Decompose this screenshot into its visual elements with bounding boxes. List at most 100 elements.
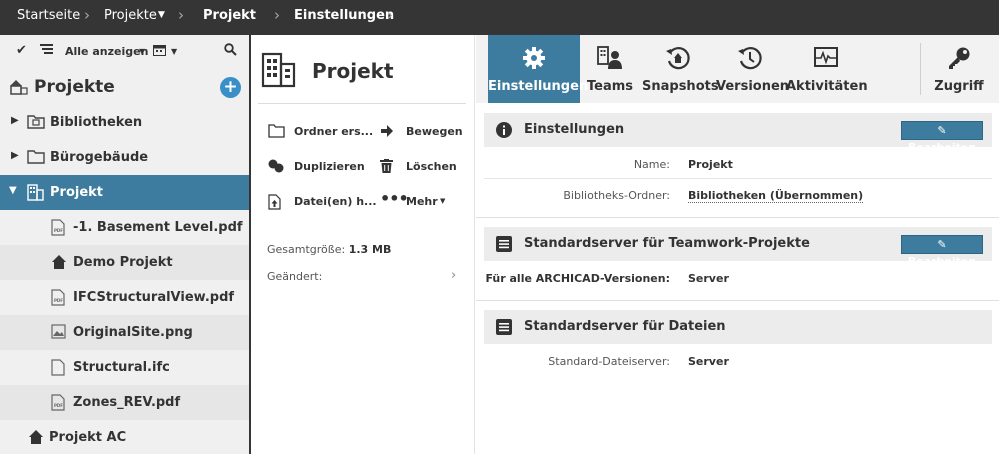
divider xyxy=(920,43,921,95)
details-panel: Projekt Ordner ers... Bewegen Dupliziere… xyxy=(251,35,475,454)
upload-icon xyxy=(268,194,284,210)
sidebar-item-originalsite-png[interactable]: OriginalSite.png xyxy=(0,315,249,350)
calendar-icon[interactable] xyxy=(153,44,166,59)
snapshot-icon xyxy=(665,45,691,71)
sidebar-item-basement-pdf[interactable]: PDF -1. Basement Level.pdf xyxy=(0,210,249,245)
teamwork-project-icon xyxy=(51,254,69,270)
divider xyxy=(258,103,466,104)
caret-right-icon[interactable]: ▶ xyxy=(11,150,19,161)
more-icon: ••• xyxy=(380,189,409,208)
field-value: Server xyxy=(688,272,729,285)
tab-versionen[interactable]: Versionen xyxy=(716,35,789,103)
total-size: Gesamtgröße: 1.3 MB xyxy=(267,243,392,256)
key-icon xyxy=(946,45,972,71)
svg-text:PDF: PDF xyxy=(54,403,63,408)
projects-icon xyxy=(8,78,28,100)
field-label: Standard-Dateiserver: xyxy=(548,355,670,368)
sidebar-item-label: Zones_REV.pdf xyxy=(73,395,181,410)
info-icon xyxy=(496,122,512,138)
checkmark-icon[interactable]: ✔ xyxy=(16,43,27,58)
breadcrumb-projekte[interactable]: Projekte xyxy=(104,8,157,23)
settings-section-header: Einstellungen ✎ Bearbeiten xyxy=(484,113,992,154)
tab-snapshots[interactable]: Snapshots xyxy=(642,35,719,103)
arrow-right-icon xyxy=(380,124,396,140)
file-icon xyxy=(51,359,69,376)
new-folder-button[interactable]: Ordner ers... xyxy=(268,124,378,141)
sidebar-item-label: Projekt xyxy=(50,185,104,200)
breadcrumb-startseite[interactable]: Startseite xyxy=(17,8,80,23)
caret-down-icon: ▼ xyxy=(440,197,446,205)
edit-settings-button[interactable]: ✎ Bearbeiten xyxy=(901,121,983,154)
pencil-icon: ✎ xyxy=(937,238,947,251)
caret-down-icon[interactable]: ▼ xyxy=(158,10,165,20)
sidebar-item-projekt-ac[interactable]: Projekt AC xyxy=(0,420,249,454)
sort-icon[interactable] xyxy=(40,44,53,58)
trash-icon xyxy=(380,159,396,175)
field-default-file-server: Standard-Dateiserver: Server xyxy=(484,347,992,377)
folder-icon xyxy=(27,149,45,165)
breadcrumb-einstellungen: Einstellungen xyxy=(294,8,395,23)
sidebar-item-structural-ifc[interactable]: Structural.ifc xyxy=(0,350,249,385)
chevron-right-icon: › xyxy=(178,6,184,24)
page-title: Projekt xyxy=(312,59,394,83)
library-folder-link[interactable]: Bibliotheken (Übernommen) xyxy=(688,189,864,203)
duplicate-icon xyxy=(268,159,284,175)
field-label: Name: xyxy=(633,158,670,171)
sidebar-item-buerogebaeude[interactable]: ▶ Bürogebäude xyxy=(0,140,249,175)
caret-down-icon[interactable]: ▼ xyxy=(9,185,17,196)
sidebar-header: Projekte + xyxy=(0,69,249,105)
sidebar-item-bibliotheken[interactable]: ▶ Bibliotheken xyxy=(0,105,249,140)
section-title: Einstellungen xyxy=(524,122,625,137)
duplicate-button[interactable]: Duplizieren xyxy=(268,159,378,176)
sidebar-item-label: IFCStructuralView.pdf xyxy=(73,290,235,305)
building-icon xyxy=(261,52,297,92)
tab-einstellungen[interactable]: Einstellungen xyxy=(488,35,588,103)
tab-teams[interactable]: Teams xyxy=(580,35,640,103)
chevron-right-icon[interactable]: › xyxy=(451,268,456,283)
sidebar: ✔ Alle anzeigen ▼ ▼ Projekte + ▶ Bibliot… xyxy=(0,35,249,454)
sidebar-item-projekt[interactable]: ▼ Projekt xyxy=(0,175,249,210)
section-title: Standardserver für Dateien xyxy=(524,319,726,334)
server-icon xyxy=(496,319,512,335)
more-button[interactable]: ••• Mehr ▼ xyxy=(380,189,470,211)
sidebar-item-ifcstructuralview-pdf[interactable]: PDF IFCStructuralView.pdf xyxy=(0,280,249,315)
section-title: Standardserver für Teamwork-Projekte xyxy=(524,236,810,251)
chevron-right-icon: › xyxy=(387,6,393,24)
divider xyxy=(476,217,999,218)
pdf-file-icon: PDF xyxy=(51,394,69,411)
caret-right-icon[interactable]: ▶ xyxy=(11,115,19,126)
sidebar-item-label: Bibliotheken xyxy=(50,115,143,130)
caret-down-icon[interactable]: ▼ xyxy=(171,47,177,56)
tab-zugriff[interactable]: Zugriff xyxy=(929,35,989,103)
sidebar-item-zones-rev-pdf[interactable]: PDF Zones_REV.pdf xyxy=(0,385,249,420)
sidebar-item-demo-projekt[interactable]: Demo Projekt xyxy=(0,245,249,280)
add-project-button[interactable]: + xyxy=(220,77,241,98)
move-button[interactable]: Bewegen xyxy=(380,125,470,141)
chevron-right-icon: › xyxy=(84,6,90,24)
sidebar-title: Projekte xyxy=(34,77,115,97)
delete-button[interactable]: Löschen xyxy=(380,159,470,176)
breadcrumb-projekt[interactable]: Projekt xyxy=(203,8,256,23)
sidebar-item-label: Structural.ifc xyxy=(73,360,170,375)
tab-aktivitaeten[interactable]: Aktivitäten xyxy=(786,35,868,103)
modified-row[interactable]: Geändert: › xyxy=(267,268,457,283)
pdf-file-icon: PDF xyxy=(51,289,69,306)
field-value: Projekt xyxy=(688,158,733,171)
activity-icon xyxy=(813,45,839,71)
field-value: Server xyxy=(688,355,729,368)
field-library-folder: Bibliotheks-Ordner: Bibliotheken (Überno… xyxy=(484,181,992,211)
sidebar-toolbar: ✔ Alle anzeigen ▼ ▼ xyxy=(0,35,249,69)
versions-icon xyxy=(737,45,763,71)
filter-dropdown[interactable]: Alle anzeigen xyxy=(65,45,148,58)
upload-button[interactable]: Datei(en) h... xyxy=(268,194,378,211)
folder-icon xyxy=(268,124,285,140)
caret-down-icon[interactable]: ▼ xyxy=(139,47,145,56)
search-icon[interactable] xyxy=(224,43,237,59)
breadcrumb: Startseite › Projekte ▼ › Projekt › Eins… xyxy=(0,0,999,35)
svg-text:PDF: PDF xyxy=(54,298,63,303)
team-icon xyxy=(597,45,623,71)
field-label: Bibliotheks-Ordner: xyxy=(563,189,670,202)
edit-teamwork-server-button[interactable]: ✎ Bearbeiten xyxy=(901,235,983,268)
pencil-icon: ✎ xyxy=(937,124,947,137)
divider xyxy=(484,178,992,179)
